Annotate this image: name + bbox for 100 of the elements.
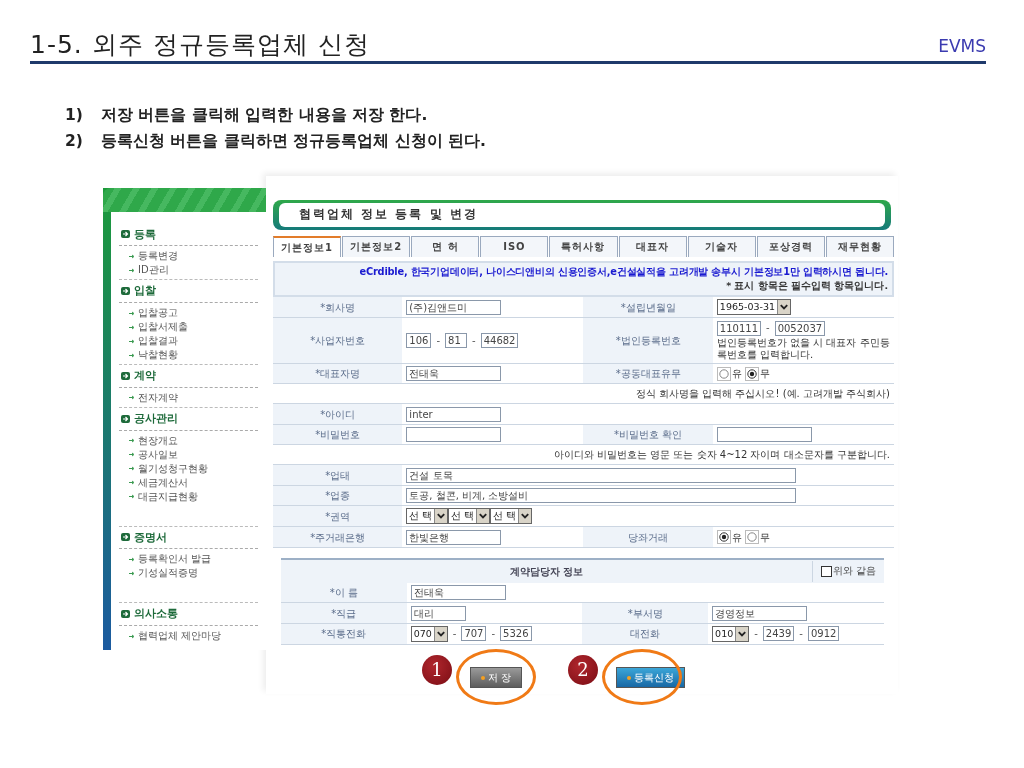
input-field[interactable]: 0912 <box>807 626 840 642</box>
field-label: *사업자번호 <box>310 335 366 347</box>
radio-button[interactable] <box>718 368 729 379</box>
step-text: 등록신청 버튼을 클릭하면 정규등록업체 신청이 된다. <box>101 131 486 150</box>
menu-item[interactable]: 현장개요 <box>138 434 178 447</box>
checkbox[interactable] <box>820 565 832 577</box>
radio-button[interactable] <box>746 368 757 379</box>
arrow-icon <box>129 570 135 576</box>
menu-item[interactable]: 입찰서제출 <box>138 321 188 333</box>
tab[interactable]: 기본정보1 <box>273 235 342 257</box>
field-label: *업태 <box>325 469 351 481</box>
select-field[interactable]: 1965-03-31 <box>716 299 792 316</box>
input-field[interactable]: 5326 <box>500 626 532 642</box>
section-title[interactable]: 의사소통 <box>134 606 178 622</box>
menu-item[interactable]: 월기성청구현황 <box>138 462 208 475</box>
menu-item[interactable]: 등록확인서 발급 <box>138 553 212 566</box>
select-field[interactable]: 010 <box>712 625 750 642</box>
input-field[interactable]: 106 <box>406 333 432 349</box>
step-marker: 1 <box>421 654 452 685</box>
field-label: *회사명 <box>320 301 356 313</box>
arrow-icon <box>129 338 135 344</box>
input-field[interactable] <box>716 427 812 443</box>
save-button[interactable]: 저 장 <box>469 667 523 689</box>
hint-text: 아이디와 비밀번호는 영문 또는 숫자 4~12 자이며 대소문자를 구분합니다. <box>553 449 890 461</box>
section-title[interactable]: 공사관리 <box>134 410 178 427</box>
input-field[interactable]: 경영정보 <box>712 605 808 621</box>
arrow-icon <box>129 267 135 273</box>
input-field[interactable]: 전태욱 <box>406 366 502 382</box>
radio-label: 무 <box>759 367 770 382</box>
arrow-icon <box>129 352 135 358</box>
section-title: 계약담당자 정보 <box>508 564 585 579</box>
field-label: *공동대표유무 <box>615 368 681 380</box>
step-text: 저장 버튼을 클릭해 입력한 내용을 저장 한다. <box>101 105 428 124</box>
input-field[interactable]: 110111 <box>716 320 762 336</box>
tab[interactable]: ISO <box>480 235 549 257</box>
select-field[interactable]: 선 택 <box>490 508 533 525</box>
input-field[interactable] <box>406 427 502 443</box>
form-title: 협력업체 정보 등록 및 변경 <box>299 206 478 221</box>
required-note: * 표시 항목은 필수입력 항목입니다. <box>725 279 888 294</box>
radio-label: 유 <box>731 530 742 545</box>
input-field[interactable]: 707 <box>461 626 487 642</box>
input-field[interactable]: 44682 <box>480 333 519 349</box>
tab[interactable]: 재무현황 <box>825 235 894 257</box>
input-field[interactable]: 대리 <box>410 605 466 621</box>
menu-item[interactable]: 세금계산서 <box>138 476 188 489</box>
radio-button[interactable] <box>746 532 757 543</box>
input-field[interactable]: 한빛은행 <box>406 529 502 545</box>
field-label: *아이디 <box>320 408 356 420</box>
menu-item[interactable]: 낙찰현황 <box>138 349 178 361</box>
select-field[interactable]: 선 택 <box>448 508 491 525</box>
menu-item[interactable]: 기성실적증명 <box>138 567 198 580</box>
menu-item[interactable]: 등록변경 <box>138 250 178 263</box>
arrow-icon <box>129 253 135 259</box>
tab[interactable]: 대표자 <box>618 235 687 257</box>
menu-item[interactable]: ID관리 <box>138 264 169 277</box>
tab[interactable]: 기술자 <box>687 235 756 257</box>
input-field[interactable]: 81 <box>445 333 468 349</box>
bullet-icon <box>121 371 130 380</box>
section-title[interactable]: 등록 <box>134 226 156 243</box>
arrow-icon <box>129 480 135 485</box>
bullet-icon <box>121 610 130 619</box>
tab[interactable]: 특허사항 <box>549 235 618 257</box>
section-title[interactable]: 계약 <box>134 368 156 384</box>
menu-item[interactable]: 대금지급현황 <box>138 490 198 503</box>
menu-item[interactable]: 전자계약 <box>138 391 178 404</box>
input-field[interactable]: inter <box>406 406 502 422</box>
section-title[interactable]: 입찰 <box>134 283 156 299</box>
field-label: *주거래은행 <box>310 531 366 543</box>
separator: - <box>766 322 770 334</box>
menu-item[interactable]: 협력업체 제안마당 <box>138 630 222 642</box>
input-field[interactable]: 2439 <box>762 626 795 642</box>
menu-item[interactable]: 입찰결과 <box>138 335 178 347</box>
step-marker: 2 <box>568 654 599 685</box>
arrow-icon <box>129 494 135 499</box>
input-field[interactable]: (주)김앤드미 <box>406 300 502 316</box>
tab[interactable]: 포상경력 <box>756 235 825 257</box>
field-label: 당좌거래 <box>628 531 669 543</box>
select-field[interactable]: 070 <box>410 625 448 642</box>
caret-icon <box>518 509 532 524</box>
submit-button[interactable]: 등록신청 <box>616 667 686 689</box>
field-label: *업종 <box>325 490 351 502</box>
arrow-icon <box>129 633 135 639</box>
section-title[interactable]: 증명서 <box>134 529 167 546</box>
radio-label: 유 <box>731 367 742 382</box>
radio-button[interactable] <box>718 532 729 543</box>
arrow-icon <box>129 466 135 471</box>
menu-item[interactable]: 입찰공고 <box>138 307 178 319</box>
menu-item[interactable]: 공사일보 <box>138 448 178 461</box>
notice-text: eCrdible, 한국기업데이터, 나이스디앤비의 신용인증서,e건설실적을 고려개발 송부시 기본정보1만 입력하시면 됩니다. <box>358 264 888 279</box>
field-label: *설립년월일 <box>620 301 676 313</box>
input-field[interactable]: 토공, 철콘, 비계, 소방설비 <box>406 488 797 504</box>
bullet-icon <box>121 533 130 542</box>
separator: - <box>452 627 457 639</box>
caret-icon <box>434 509 448 524</box>
input-field[interactable]: 전태욱 <box>410 585 506 601</box>
input-field[interactable]: 0052037 <box>774 320 826 336</box>
input-field[interactable]: 건설 토목 <box>406 467 797 483</box>
tab[interactable]: 면 허 <box>411 235 480 257</box>
tab[interactable]: 기본정보2 <box>342 235 411 257</box>
select-field[interactable]: 선 택 <box>406 508 449 525</box>
